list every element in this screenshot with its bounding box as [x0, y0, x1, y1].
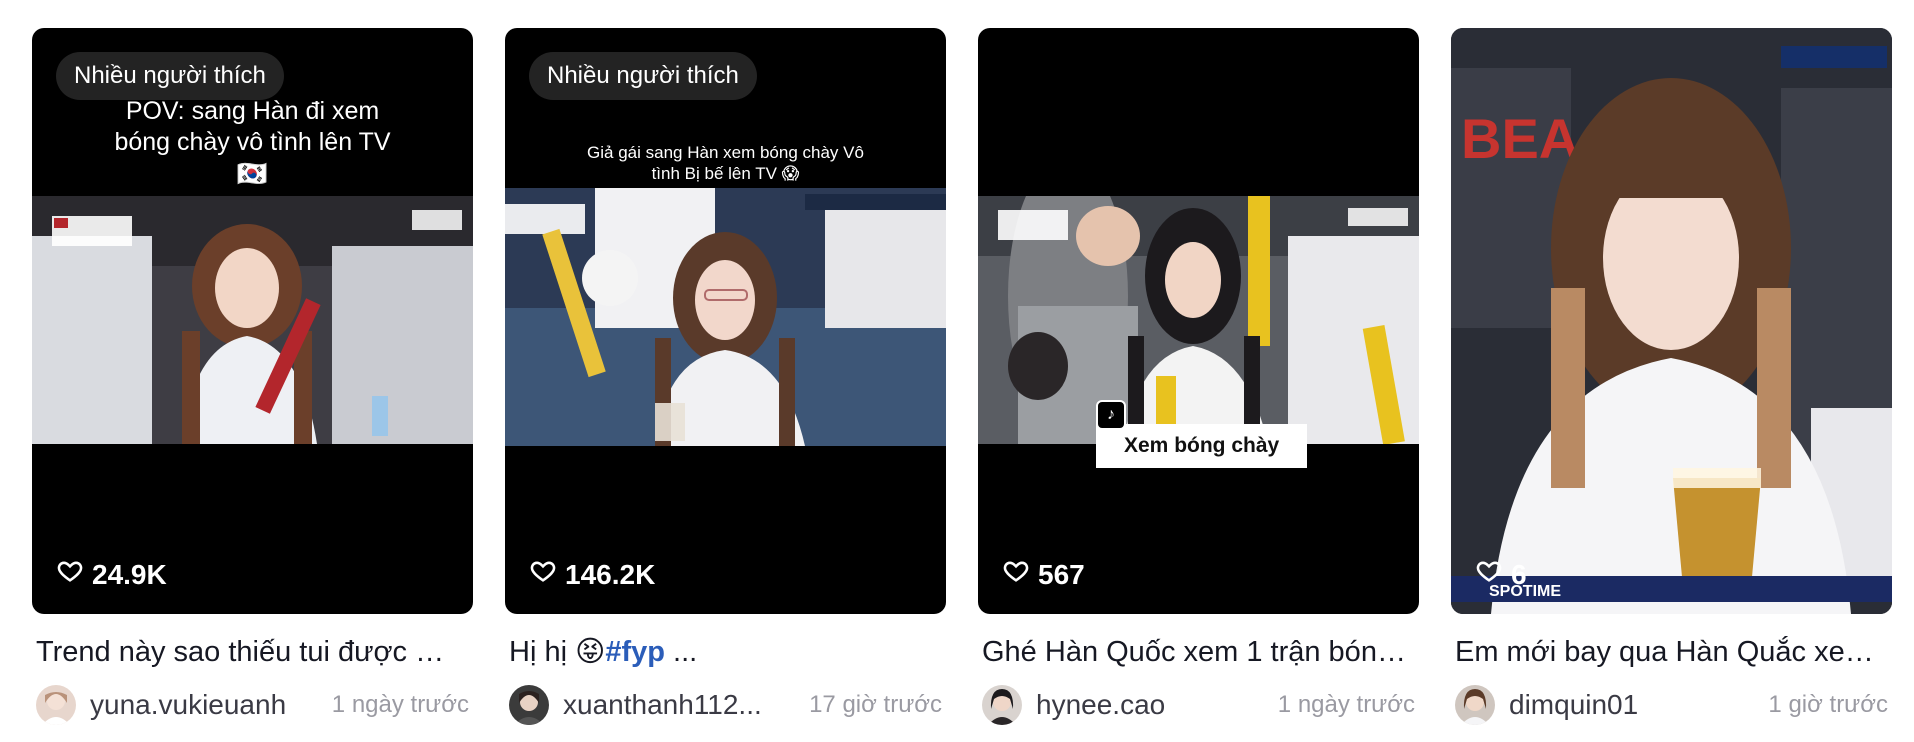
- likes-value: 146.2K: [565, 558, 656, 590]
- username[interactable]: dimquin01: [1509, 689, 1638, 721]
- video-meta: dimquin01 1 giờ trước: [1451, 684, 1892, 726]
- heart-icon: [1002, 557, 1030, 592]
- avatar[interactable]: [509, 685, 549, 725]
- heart-icon: [529, 557, 557, 592]
- video-description[interactable]: Em mới bay qua Hàn Quắc xem ...: [1451, 632, 1892, 672]
- likes-value: 6: [1511, 558, 1527, 590]
- post-time: 1 giờ trước: [1768, 691, 1888, 718]
- video-frame: [32, 196, 473, 444]
- avatar[interactable]: [982, 685, 1022, 725]
- popular-badge: Nhiều người thích: [529, 52, 757, 100]
- video-meta: hynee.cao 1 ngày trước: [978, 684, 1419, 726]
- likes-value: 24.9K: [92, 558, 167, 590]
- video-grid: Nhiều người thích POV: sang Hàn đi xem b…: [32, 28, 1892, 726]
- video-thumbnail-1[interactable]: Nhiều người thích POV: sang Hàn đi xem b…: [32, 28, 473, 614]
- likes-count: 146.2K: [529, 557, 655, 592]
- stadium-scene-image: [978, 196, 1419, 444]
- video-card-4[interactable]: BEA SPOTIME 6 Em mới bay qua Hàn Quắc xe…: [1451, 28, 1892, 726]
- overlay-caption: Giả gái sang Hàn xem bóng chày Vô tình B…: [587, 143, 864, 184]
- stadium-scene-image: BEA SPOTIME: [1451, 28, 1892, 614]
- video-thumbnail-4[interactable]: BEA SPOTIME 6: [1451, 28, 1892, 614]
- overlay-label: Xem bóng chày: [1096, 424, 1308, 468]
- svg-text:BEA: BEA: [1461, 107, 1579, 170]
- description-ellipsis: ...: [664, 636, 698, 668]
- hashtag-link[interactable]: #fyp: [605, 636, 665, 668]
- username[interactable]: hynee.cao: [1036, 689, 1165, 721]
- username[interactable]: yuna.vukieuanh: [90, 689, 286, 721]
- tiktok-logo-icon: ♪: [1096, 400, 1126, 430]
- popular-badge: Nhiều người thích: [56, 52, 284, 100]
- post-time: 1 ngày trước: [331, 691, 469, 718]
- video-meta: xuanthanh112... 17 giờ trước: [505, 684, 946, 726]
- heart-icon: [56, 557, 84, 592]
- video-description[interactable]: Trend này sao thiếu tui được 😆 ...: [32, 632, 473, 672]
- video-meta: yuna.vukieuanh 1 ngày trước: [32, 684, 473, 726]
- stadium-scene-image: [505, 188, 946, 446]
- video-frame: [978, 196, 1419, 444]
- likes-count: 6: [1475, 557, 1527, 592]
- video-card-2[interactable]: Nhiều người thích Giả gái sang Hàn xem b…: [505, 28, 946, 726]
- avatar[interactable]: [1455, 685, 1495, 725]
- video-card-3[interactable]: ♪ Xem bóng chày 567 Ghé Hàn Quốc xem 1 t…: [978, 28, 1419, 726]
- username[interactable]: xuanthanh112...: [563, 689, 762, 721]
- likes-count: 567: [1002, 557, 1085, 592]
- video-description[interactable]: Hị hị 😝#fyp ...: [505, 632, 946, 672]
- video-card-1[interactable]: Nhiều người thích POV: sang Hàn đi xem b…: [32, 28, 473, 726]
- post-time: 1 ngày trước: [1277, 691, 1415, 718]
- heart-icon: [1475, 557, 1503, 592]
- video-thumbnail-3[interactable]: ♪ Xem bóng chày 567: [978, 28, 1419, 614]
- overlay-caption: POV: sang Hàn đi xem bóng chày vô tình l…: [114, 97, 391, 188]
- video-thumbnail-2[interactable]: Nhiều người thích Giả gái sang Hàn xem b…: [505, 28, 946, 614]
- post-time: 17 giờ trước: [809, 691, 942, 718]
- video-frame: [505, 188, 946, 446]
- likes-count: 24.9K: [56, 557, 167, 592]
- description-text: Hị hị 😝: [509, 636, 606, 668]
- video-description[interactable]: Ghé Hàn Quốc xem 1 trận bóng ...: [978, 632, 1419, 672]
- stadium-scene-image: [32, 196, 473, 444]
- avatar[interactable]: [36, 685, 76, 725]
- likes-value: 567: [1038, 558, 1085, 590]
